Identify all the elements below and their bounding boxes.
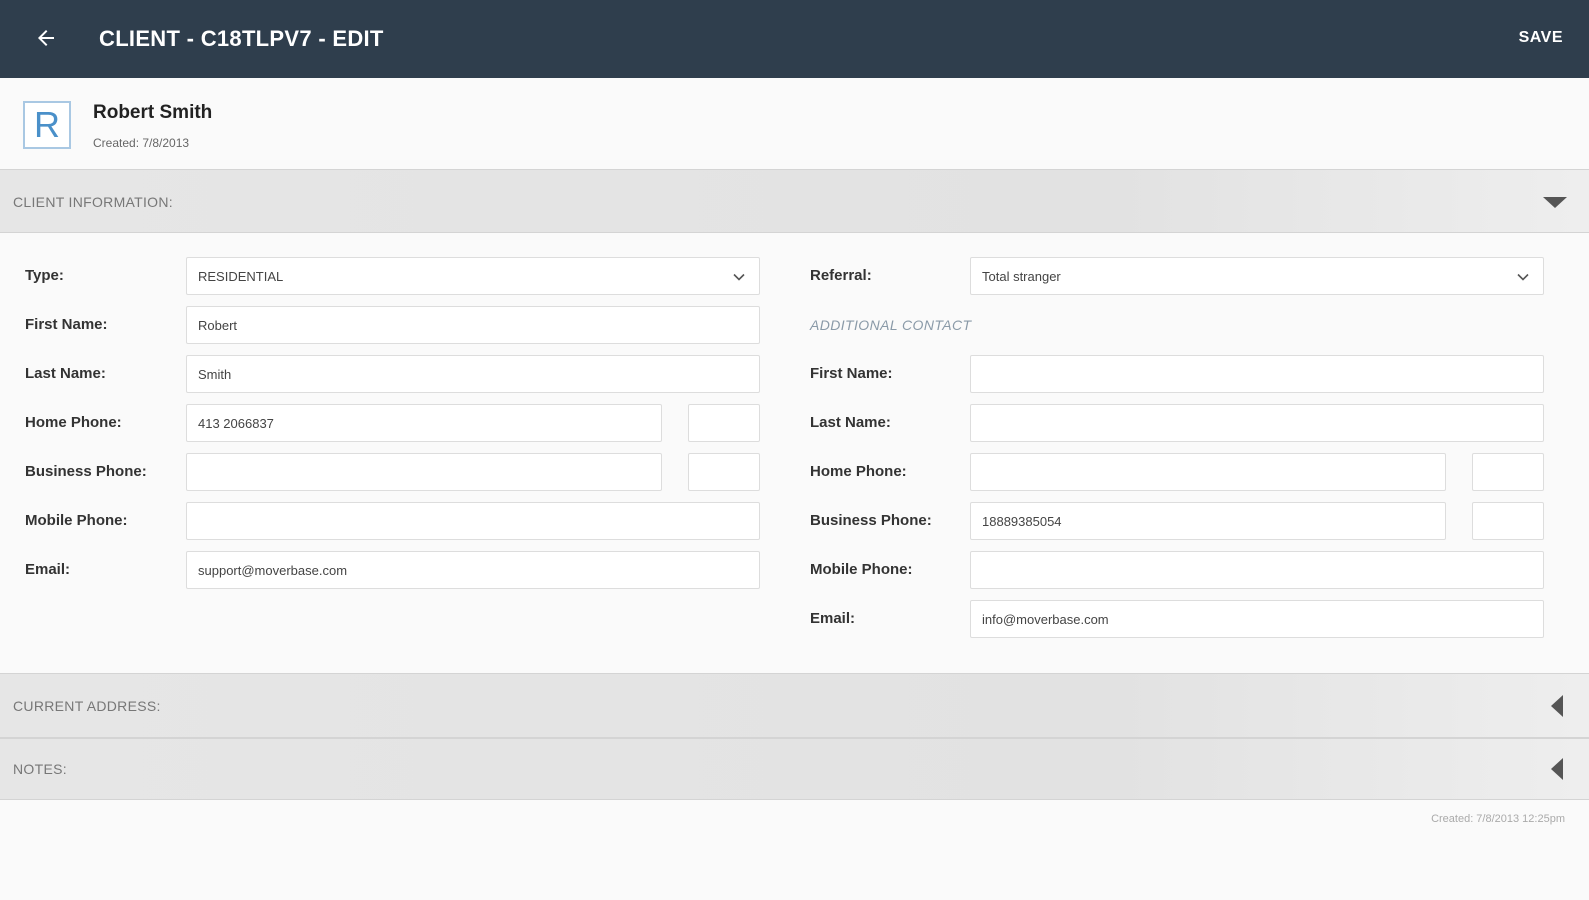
triangle-down-icon [1543,197,1567,208]
home-phone-ext-input[interactable] [688,404,760,442]
client-name: Robert Smith [93,102,213,123]
mobile-phone-label: Mobile Phone: [25,512,128,529]
chevron-down-icon [733,273,745,281]
additional-last-name-label: Last Name: [810,414,891,431]
additional-business-phone-label: Business Phone: [810,512,932,529]
email-input[interactable] [186,551,760,589]
additional-mobile-phone-label: Mobile Phone: [810,561,913,578]
referral-label: Referral: [810,267,872,284]
first-name-input[interactable] [186,306,760,344]
save-button[interactable]: SAVE [1519,29,1563,47]
additional-email-input[interactable] [970,600,1544,638]
email-label: Email: [25,561,71,578]
first-name-label: First Name: [25,316,108,333]
avatar: R [23,101,71,149]
triangle-left-icon [1551,758,1563,780]
section-label: NOTES: [13,761,67,777]
section-label: CLIENT INFORMATION: [13,194,173,210]
section-current-address[interactable]: CURRENT ADDRESS: [0,673,1589,738]
footer-created-timestamp: Created: 7/8/2013 12:25pm [1431,813,1565,825]
additional-home-phone-label: Home Phone: [810,463,907,480]
additional-business-phone-input[interactable] [970,502,1446,540]
additional-email-label: Email: [810,610,856,627]
client-created-date: Created: 7/8/2013 [93,136,190,150]
section-client-information[interactable]: CLIENT INFORMATION: [0,169,1589,233]
page-title: CLIENT - C18TLPV7 - EDIT [99,26,384,51]
additional-home-phone-ext-input[interactable] [1472,453,1544,491]
home-phone-label: Home Phone: [25,414,122,431]
additional-mobile-phone-input[interactable] [970,551,1544,589]
arrow-left-icon [38,30,54,46]
section-label: CURRENT ADDRESS: [13,698,161,714]
app-bar: CLIENT - C18TLPV7 - EDIT SAVE [0,0,1589,78]
chevron-down-icon [1517,273,1529,281]
type-select-value: RESIDENTIAL [198,268,284,284]
additional-business-phone-ext-input[interactable] [1472,502,1544,540]
additional-first-name-input[interactable] [970,355,1544,393]
business-phone-label: Business Phone: [25,463,147,480]
triangle-left-icon [1551,695,1563,717]
type-select[interactable]: RESIDENTIAL [186,257,760,295]
last-name-input[interactable] [186,355,760,393]
client-header: R Robert Smith Created: 7/8/2013 [0,78,1589,170]
type-label: Type: [25,267,64,284]
referral-select[interactable]: Total stranger [970,257,1544,295]
referral-select-value: Total stranger [982,268,1061,284]
additional-last-name-input[interactable] [970,404,1544,442]
additional-home-phone-input[interactable] [970,453,1446,491]
mobile-phone-input[interactable] [186,502,760,540]
additional-contact-heading: ADDITIONAL CONTACT [810,317,972,333]
back-button[interactable] [28,20,64,56]
section-notes[interactable]: NOTES: [0,738,1589,800]
additional-first-name-label: First Name: [810,365,893,382]
last-name-label: Last Name: [25,365,106,382]
business-phone-ext-input[interactable] [688,453,760,491]
home-phone-input[interactable] [186,404,662,442]
business-phone-input[interactable] [186,453,662,491]
